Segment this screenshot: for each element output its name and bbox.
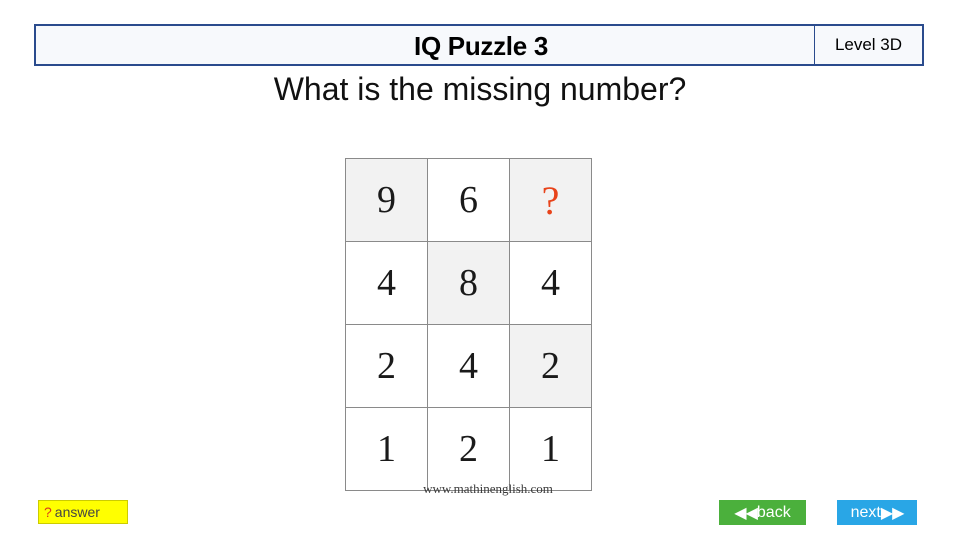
puzzle-cell: 1 (509, 407, 592, 491)
back-button-label: back (756, 503, 791, 521)
puzzle-cell: 8 (427, 241, 510, 325)
answer-button-label: answer (54, 504, 100, 520)
puzzle-cell-missing: ? (509, 158, 592, 242)
puzzle-cell: 4 (345, 241, 428, 325)
puzzle-cell: 1 (345, 407, 428, 491)
next-button-label: next (850, 503, 881, 521)
table-row: 1 2 1 (345, 407, 592, 491)
puzzle-cell: 6 (427, 158, 510, 242)
header-bar: IQ Puzzle 3 Level 3D (34, 24, 924, 66)
puzzle-grid: 9 6 ? 4 8 4 2 4 2 1 2 1 (345, 158, 592, 491)
back-button[interactable]: ◀◀ back (719, 500, 806, 525)
level-label: Level 3D (834, 35, 903, 54)
page-title: IQ Puzzle 3 (414, 31, 548, 61)
back-arrow-icon: ◀◀ (734, 504, 758, 522)
next-arrow-icon: ▶▶ (880, 504, 905, 522)
puzzle-cell: 2 (509, 324, 592, 408)
level-badge: Level 3D (814, 26, 922, 64)
puzzle-cell: 9 (345, 158, 428, 242)
table-row: 9 6 ? (345, 158, 592, 242)
table-row: 4 8 4 (345, 241, 592, 325)
watermark-text: www.mathinenglish.com (423, 481, 553, 496)
table-row: 2 4 2 (345, 324, 592, 408)
puzzle-cell: 2 (345, 324, 428, 408)
puzzle-cell: 4 (509, 241, 592, 325)
answer-button[interactable]: ? answer (38, 500, 128, 524)
puzzle-cell: 2 (427, 407, 510, 491)
question-mark-icon: ? (44, 504, 52, 520)
question-text: What is the missing number? (273, 71, 687, 107)
next-button[interactable]: next ▶▶ (837, 500, 917, 525)
puzzle-cell: 4 (427, 324, 510, 408)
